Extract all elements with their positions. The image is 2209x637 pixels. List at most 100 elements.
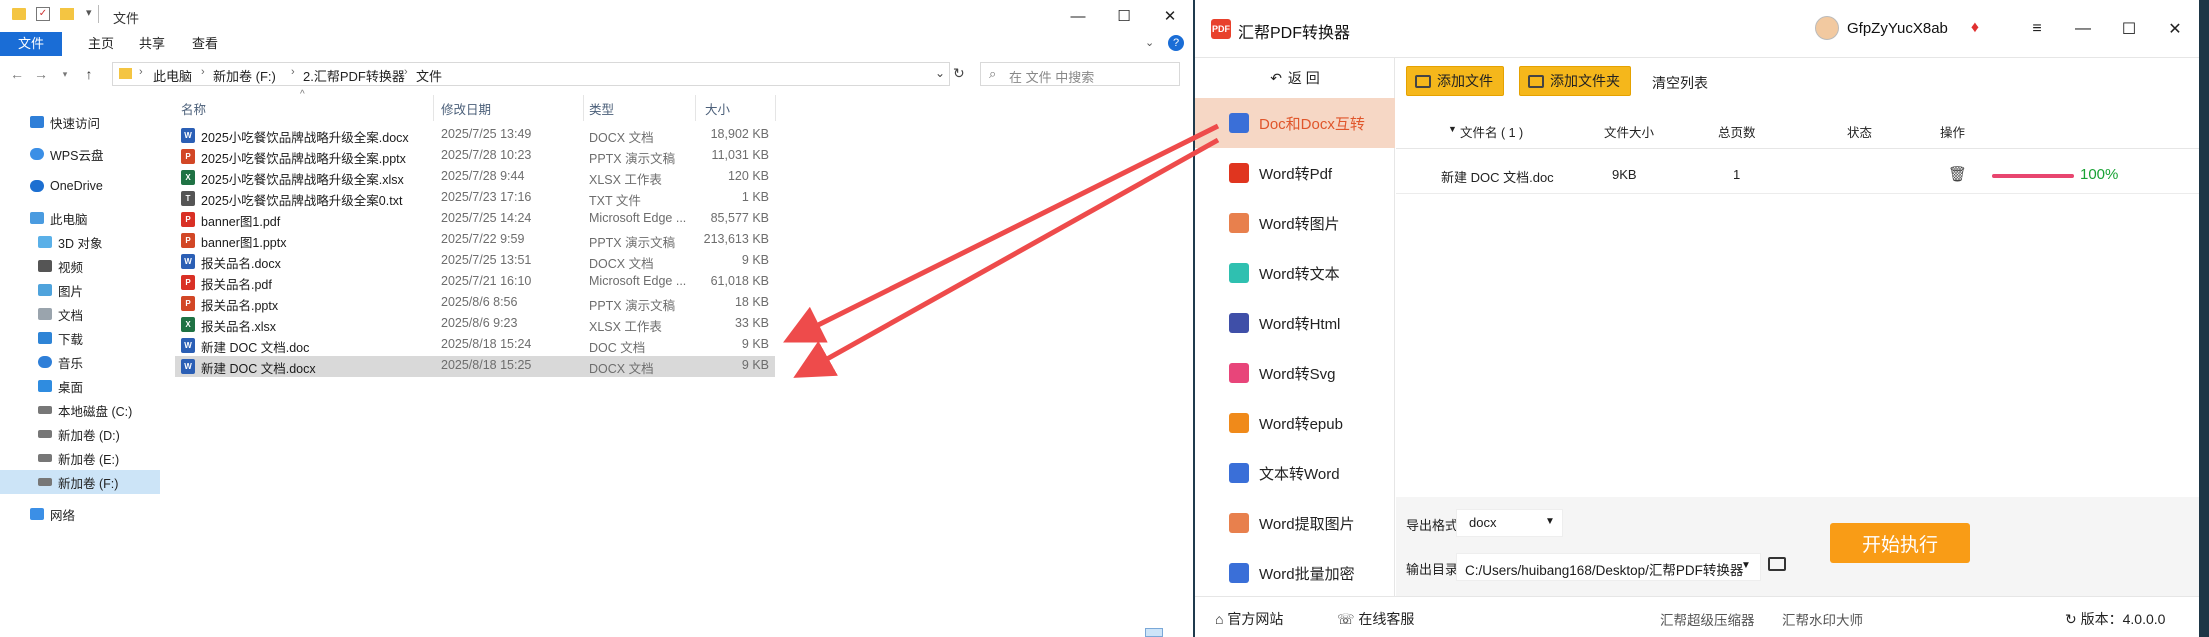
menu-item[interactable]: Word转Svg bbox=[1195, 348, 1395, 398]
file-type: DOCX 文档 bbox=[589, 362, 654, 376]
menu-item[interactable]: Word转Pdf bbox=[1195, 148, 1395, 198]
close-button[interactable]: ✕ bbox=[1147, 0, 1193, 32]
menu-item[interactable]: Word转文本 bbox=[1195, 248, 1395, 298]
maximize-button[interactable]: ☐ bbox=[1101, 0, 1147, 32]
column-header-name[interactable]: 名称 bbox=[181, 99, 206, 118]
menu-item[interactable]: Word转epub bbox=[1195, 398, 1395, 448]
file-row[interactable]: P 报关品名.pdf 2025/7/21 16:10 Microsoft Edge .… bbox=[175, 272, 775, 293]
menu-item[interactable]: 文本转Word bbox=[1195, 448, 1395, 498]
clear-list-button[interactable]: 清空列表 bbox=[1652, 73, 1708, 93]
recent-dropdown-icon[interactable]: ▾ bbox=[54, 63, 76, 85]
file-row[interactable]: P 报关品名.pptx 2025/8/6 8:56 PPTX 演示文稿 18 KB bbox=[175, 293, 775, 314]
address-bar[interactable]: › 此电脑 › 新加卷 (F:) › 2.汇帮PDF转换器 › 文件 ⌄ bbox=[112, 62, 950, 86]
menu-item[interactable]: Word提取图片 bbox=[1195, 498, 1395, 548]
menu-item[interactable]: Word批量加密 bbox=[1195, 548, 1395, 598]
nav-desktop[interactable]: 桌面 bbox=[0, 374, 160, 398]
sort-down-icon[interactable]: ▼ bbox=[1448, 124, 1457, 134]
back-button[interactable]: ↶ 返 回 bbox=[1195, 58, 1395, 98]
maximize-button[interactable]: ☐ bbox=[2109, 16, 2149, 42]
menu-item[interactable]: Word转Html bbox=[1195, 298, 1395, 348]
nav-onedrive[interactable]: OneDrive bbox=[0, 174, 160, 198]
file-type: Microsoft Edge ... bbox=[589, 274, 687, 288]
file-list: ^ 名称 修改日期 类型 大小 W 2025小吃餐饮品牌战略升级全案.docx 20… bbox=[175, 89, 1185, 637]
column-divider[interactable] bbox=[695, 95, 696, 121]
file-row[interactable]: W 2025小吃餐饮品牌战略升级全案.docx 2025/7/25 13:49 DOC… bbox=[175, 125, 775, 146]
header-filename[interactable]: 文件名 ( 1 ) bbox=[1460, 122, 1523, 141]
file-row[interactable]: W 新建 DOC 文档.doc 2025/8/18 15:24 DOC 文档 9 KB bbox=[175, 335, 775, 356]
nav-wps-cloud[interactable]: WPS云盘 bbox=[0, 142, 160, 166]
search-input[interactable]: ⌕ 在 文件 中搜索 bbox=[980, 62, 1180, 86]
tab-view[interactable]: 查看 bbox=[178, 32, 232, 56]
avatar[interactable] bbox=[1815, 16, 1839, 40]
nav-3d-objects[interactable]: 3D 对象 bbox=[0, 230, 160, 254]
minimize-button[interactable]: — bbox=[2063, 16, 2103, 42]
minimize-button[interactable]: — bbox=[1055, 0, 1101, 32]
vip-diamond-icon[interactable]: ♦ bbox=[1966, 19, 1984, 37]
menu-item[interactable]: Doc和Docx互转 bbox=[1195, 98, 1395, 148]
breadcrumb-this-pc[interactable]: 此电脑 bbox=[153, 66, 192, 85]
column-divider[interactable] bbox=[433, 95, 434, 121]
refresh-icon[interactable]: ↻ bbox=[953, 65, 965, 82]
delete-trash-icon[interactable]: 🗑 bbox=[1948, 165, 1967, 183]
output-dir-select[interactable]: C:/Users/huibang168/Desktop/汇帮PDF转换器 ▼ bbox=[1456, 553, 1761, 581]
breadcrumb-drive[interactable]: 新加卷 (F:) bbox=[213, 66, 276, 85]
file-row[interactable]: W 报关品名.docx 2025/7/25 13:51 DOCX 文档 9 KB bbox=[175, 251, 775, 272]
nav-music[interactable]: 音乐 bbox=[0, 350, 160, 374]
nav-pictures[interactable]: 图片 bbox=[0, 278, 160, 302]
tab-home[interactable]: 主页 bbox=[74, 32, 128, 56]
new-folder-icon[interactable] bbox=[60, 8, 74, 20]
breadcrumb-current[interactable]: 文件 bbox=[416, 66, 442, 85]
nav-videos[interactable]: 视频 bbox=[0, 254, 160, 278]
chevron-down-icon[interactable]: ⌄ bbox=[935, 66, 945, 80]
close-button[interactable]: ✕ bbox=[2155, 16, 2195, 42]
nav-this-pc[interactable]: 此电脑 bbox=[0, 206, 160, 230]
menu-item[interactable]: Word转图片 bbox=[1195, 198, 1395, 248]
expand-ribbon-icon[interactable]: ⌄ bbox=[1145, 36, 1154, 49]
nav-drive-e[interactable]: 新加卷 (E:) bbox=[0, 446, 160, 470]
forward-arrow-icon[interactable]: → bbox=[30, 63, 52, 85]
refresh-icon[interactable]: ↻ bbox=[2065, 611, 2081, 627]
nav-downloads[interactable]: 下载 bbox=[0, 326, 160, 350]
username[interactable]: GfpZyYucX8ab bbox=[1847, 20, 1948, 37]
file-size: 9 KB bbox=[741, 253, 769, 267]
up-arrow-icon[interactable]: ↑ bbox=[78, 63, 100, 85]
file-row[interactable]: X 2025小吃餐饮品牌战略升级全案.xlsx 2025/7/28 9:44 XLSX… bbox=[175, 167, 775, 188]
chevron-down-icon: ▼ bbox=[1741, 560, 1751, 571]
column-header-size[interactable]: 大小 bbox=[705, 99, 730, 118]
start-button[interactable]: 开始执行 bbox=[1830, 523, 1970, 563]
file-row[interactable]: W 新建 DOC 文档.docx 2025/8/18 15:25 DOCX 文档 9 K… bbox=[175, 356, 775, 377]
file-row[interactable]: P 2025小吃餐饮品牌战略升级全案.pptx 2025/7/28 10:23 PPT… bbox=[175, 146, 775, 167]
open-folder-icon[interactable] bbox=[1768, 557, 1786, 571]
quick-access-dropdown-icon[interactable]: ▾ bbox=[86, 6, 92, 19]
file-row[interactable]: Pbanner图1.pptx 2025/7/22 9:59 PPTX 演示文稿 213… bbox=[175, 230, 775, 251]
add-folder-button[interactable]: 添加文件夹 bbox=[1519, 66, 1631, 96]
tab-share[interactable]: 共享 bbox=[125, 32, 179, 56]
column-divider[interactable] bbox=[775, 95, 776, 121]
properties-icon[interactable]: ✓ bbox=[36, 7, 50, 21]
file-row[interactable]: Pbanner图1.pdf 2025/7/25 14:24 Microsoft Ed… bbox=[175, 209, 775, 230]
watermark-link[interactable]: 汇帮水印大师 bbox=[1782, 609, 1863, 629]
breadcrumb-folder[interactable]: 2.汇帮PDF转换器 bbox=[303, 66, 405, 85]
column-header-type[interactable]: 类型 bbox=[589, 99, 614, 118]
compressor-link[interactable]: 汇帮超级压缩器 bbox=[1660, 609, 1755, 629]
help-icon[interactable]: ? bbox=[1168, 35, 1184, 51]
add-file-button[interactable]: 添加文件 bbox=[1406, 66, 1504, 96]
menu-icon[interactable]: ≡ bbox=[2017, 16, 2057, 42]
back-arrow-icon[interactable]: ← bbox=[6, 63, 28, 85]
details-view-icon[interactable] bbox=[1145, 628, 1163, 637]
file-row[interactable]: X 报关品名.xlsx 2025/8/6 9:23 XLSX 工作表 33 KB bbox=[175, 314, 775, 335]
nav-network[interactable]: 网络 bbox=[0, 502, 160, 526]
official-site-link[interactable]: ⌂ 官方网站 bbox=[1215, 609, 1283, 629]
column-header-date[interactable]: 修改日期 bbox=[441, 99, 491, 118]
file-row[interactable]: T 2025小吃餐饮品牌战略升级全案0.txt 2025/7/23 17:16 TXT… bbox=[175, 188, 775, 209]
online-service-link[interactable]: ☏ 在线客服 bbox=[1337, 609, 1414, 629]
tab-file[interactable]: 文件 bbox=[0, 32, 62, 56]
nav-quick-access[interactable]: 快速访问 bbox=[0, 110, 160, 134]
nav-label: WPS云盘 bbox=[50, 148, 104, 163]
export-format-select[interactable]: docx ▼ bbox=[1456, 509, 1563, 537]
nav-drive-c[interactable]: 本地磁盘 (C:) bbox=[0, 398, 160, 422]
nav-drive-f[interactable]: 新加卷 (F:) bbox=[0, 470, 160, 494]
nav-drive-d[interactable]: 新加卷 (D:) bbox=[0, 422, 160, 446]
column-divider[interactable] bbox=[583, 95, 584, 121]
nav-documents[interactable]: 文档 bbox=[0, 302, 160, 326]
